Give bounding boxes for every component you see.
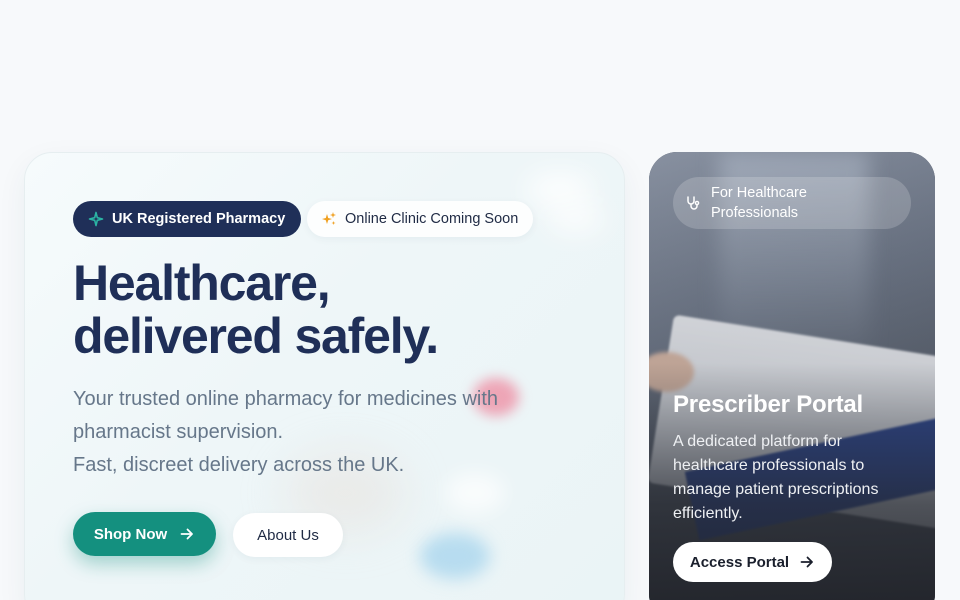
hero-headline: Healthcare, delivered safely. bbox=[73, 255, 439, 364]
prescriber-portal-card: For Healthcare Professionals Prescriber … bbox=[649, 152, 935, 600]
sparkles-icon bbox=[321, 211, 337, 227]
arrow-right-icon bbox=[179, 526, 195, 542]
clinic-badge-label: Online Clinic Coming Soon bbox=[345, 211, 519, 227]
healthcare-professionals-pill: For Healthcare Professionals bbox=[673, 177, 911, 229]
subtitle-line: pharmacist supervision. bbox=[73, 421, 284, 443]
hero-card: UK Registered Pharmacy Online Clinic Com… bbox=[24, 152, 625, 600]
subtitle-line: Fast, discreet delivery across the UK. bbox=[73, 454, 405, 476]
shop-now-button[interactable]: Shop Now bbox=[73, 512, 216, 556]
description-line: efficiently. bbox=[673, 505, 743, 522]
description-line: manage patient prescriptions bbox=[673, 481, 879, 498]
decorative-pill-blur bbox=[545, 203, 605, 233]
headline-line: Healthcare, bbox=[73, 255, 331, 311]
hero-subtitle: Your trusted online pharmacy for medicin… bbox=[73, 383, 553, 482]
portal-description: A dedicated platform for healthcare prof… bbox=[673, 430, 913, 526]
portal-title: Prescriber Portal bbox=[673, 391, 864, 418]
online-clinic-badge: Online Clinic Coming Soon bbox=[307, 201, 534, 237]
headline-line: delivered safely. bbox=[73, 308, 439, 364]
shop-now-label: Shop Now bbox=[93, 525, 168, 543]
registered-badge-label: UK Registered Pharmacy bbox=[112, 211, 286, 227]
description-line: A dedicated platform for bbox=[673, 433, 842, 450]
decorative-pill-blur bbox=[420, 533, 490, 579]
stethoscope-icon bbox=[685, 195, 701, 211]
pro-pill-label: For Healthcare Professionals bbox=[711, 185, 807, 221]
subtitle-line: Your trusted online pharmacy for medicin… bbox=[73, 388, 499, 410]
sparkle-pulse-icon bbox=[88, 211, 104, 227]
access-portal-button[interactable]: Access Portal bbox=[673, 542, 832, 582]
decorative-pill-blur bbox=[525, 173, 595, 207]
access-portal-label: Access Portal bbox=[689, 553, 790, 571]
registered-pharmacy-badge: UK Registered Pharmacy bbox=[73, 201, 302, 237]
about-us-label: About Us bbox=[257, 526, 319, 544]
arrow-right-icon bbox=[799, 554, 815, 570]
description-line: healthcare professionals to bbox=[673, 457, 865, 474]
about-us-button[interactable]: About Us bbox=[233, 513, 343, 557]
